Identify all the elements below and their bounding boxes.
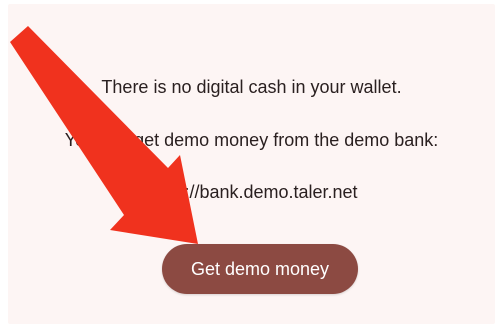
demo-bank-url[interactable]: https://bank.demo.taler.net bbox=[8, 182, 495, 203]
empty-wallet-card: There is no digital cash in your wallet.… bbox=[8, 4, 495, 324]
demo-bank-hint: You can get demo money from the demo ban… bbox=[64, 130, 439, 150]
get-demo-money-button[interactable]: Get demo money bbox=[162, 244, 358, 294]
no-cash-message: There is no digital cash in your wallet. bbox=[101, 77, 402, 97]
